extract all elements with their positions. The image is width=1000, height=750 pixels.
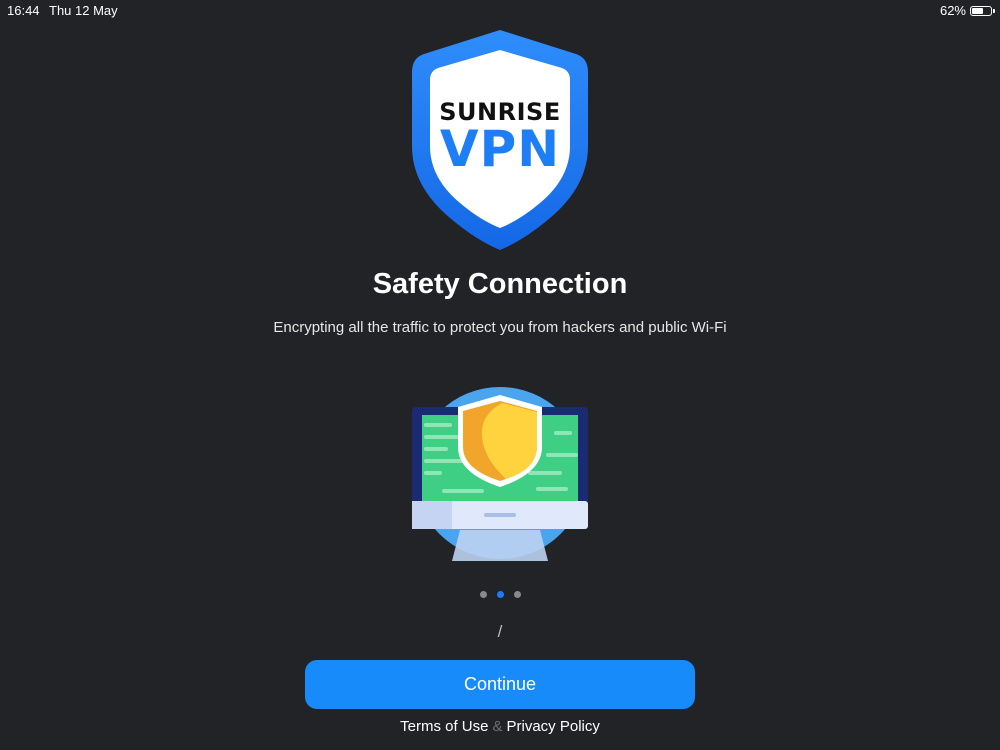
- page-title: Safety Connection: [372, 268, 628, 300]
- battery-icon: [970, 5, 995, 16]
- separator-text: /: [497, 622, 503, 641]
- page-dot-3[interactable]: [513, 591, 521, 598]
- page-dot-2[interactable]: [496, 591, 504, 598]
- battery-fill: [972, 7, 983, 14]
- battery-cap: [993, 9, 995, 13]
- terms-of-use-link[interactable]: Terms of Use: [400, 718, 488, 735]
- logo-vpn-text: VPN: [439, 120, 561, 178]
- monitor-shield-illustration: [410, 385, 590, 563]
- status-right: 62%: [939, 3, 995, 18]
- page-description: Encrypting all the traffic to protect yo…: [273, 319, 727, 336]
- page-indicator: [0, 591, 1000, 598]
- status-bar: 16:44 Thu 12 May 62%: [0, 0, 1000, 20]
- app-logo: SUNRISE VPN: [410, 28, 590, 252]
- battery-percent: 62%: [939, 3, 966, 18]
- onboarding-screen: 16:44 Thu 12 May 62% SUNRISE VPN Safety …: [0, 0, 1000, 750]
- footer-links: Terms of Use & Privacy Policy: [0, 718, 1000, 735]
- monitor-shield-icon: [412, 387, 588, 561]
- ampersand-separator: &: [492, 718, 503, 735]
- privacy-policy-link[interactable]: Privacy Policy: [507, 718, 600, 735]
- status-time: 16:44: [7, 3, 40, 18]
- continue-button[interactable]: Continue: [305, 660, 695, 709]
- page-dot-1[interactable]: [479, 591, 487, 598]
- status-date: Thu 12 May: [49, 3, 118, 18]
